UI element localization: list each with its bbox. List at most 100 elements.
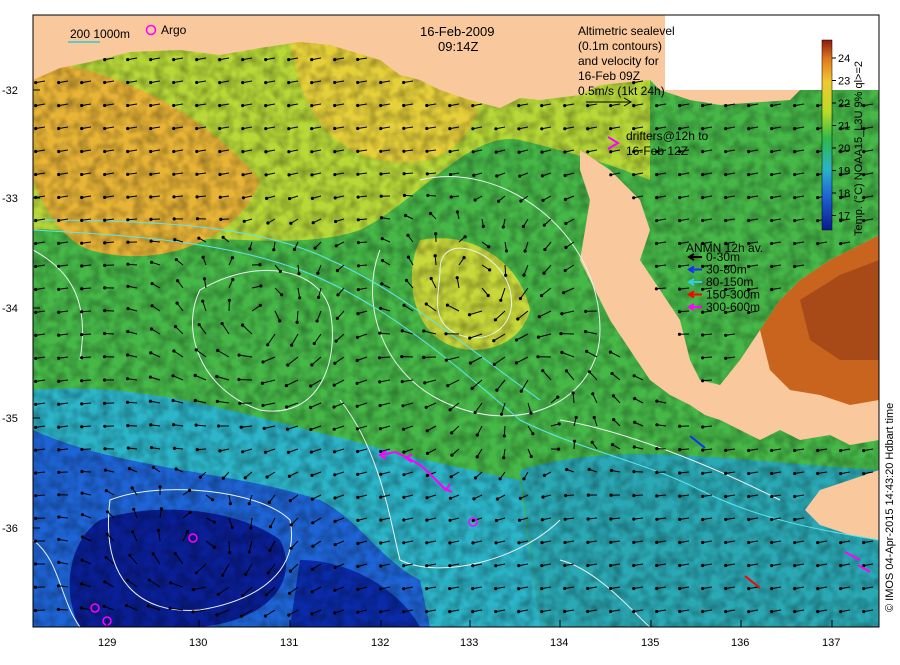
- velocity-arrow-head: [402, 150, 405, 153]
- velocity-arrow-head: [333, 127, 336, 130]
- velocity-arrow-head: [379, 404, 382, 407]
- velocity-arrow-head: [34, 403, 37, 406]
- velocity-arrow-head: [309, 406, 312, 409]
- velocity-arrow-head: [357, 264, 360, 267]
- velocity-arrow-head: [450, 475, 453, 478]
- velocity-arrow-head: [678, 242, 681, 245]
- velocity-arrow-head: [632, 541, 635, 544]
- velocity-arrow-head: [425, 610, 428, 613]
- velocity-arrow-head: [201, 300, 204, 303]
- velocity-arrow-head: [701, 150, 704, 153]
- velocity-arrow-head: [287, 150, 290, 153]
- velocity-arrow-head: [474, 411, 477, 414]
- credit-text: © IMOS 04-Apr-2015 14:43:20 Hdbart time: [884, 403, 896, 612]
- velocity-arrow-head: [573, 440, 576, 443]
- velocity-arrow-head: [425, 127, 428, 130]
- velocity-arrow-head: [816, 173, 819, 176]
- velocity-arrow-head: [195, 348, 198, 351]
- velocity-arrow-head: [192, 588, 195, 591]
- velocity-arrow-head: [268, 549, 271, 552]
- velocity-arrow-head: [540, 104, 543, 107]
- velocity-arrow-head: [471, 387, 474, 390]
- altimetry-note-line: and velocity for: [578, 54, 659, 68]
- velocity-arrow-head: [543, 474, 546, 477]
- velocity-arrow-head: [248, 550, 251, 553]
- velocity-arrow-head: [678, 564, 681, 567]
- velocity-arrow-head: [701, 610, 704, 613]
- velocity-arrow-head: [335, 340, 338, 343]
- velocity-arrow-head: [57, 493, 60, 496]
- velocity-arrow-head: [494, 127, 497, 130]
- velocity-arrow-head: [655, 104, 658, 107]
- colorbar-tick-label: 24: [838, 53, 850, 65]
- velocity-arrow-head: [149, 104, 152, 107]
- colorbar-tick-label: 19: [838, 166, 850, 178]
- velocity-arrow-head: [218, 58, 221, 61]
- velocity-arrow-head: [770, 564, 773, 567]
- velocity-arrow-head: [379, 150, 382, 153]
- velocity-arrow-head: [559, 332, 562, 335]
- velocity-arrow-head: [356, 519, 359, 522]
- velocity-arrow-head: [747, 518, 750, 521]
- velocity-arrow-head: [80, 219, 83, 222]
- velocity-arrow-head: [80, 379, 83, 382]
- velocity-arrow-head: [197, 237, 200, 240]
- velocity-arrow-head: [402, 428, 405, 431]
- velocity-arrow-head: [103, 241, 106, 244]
- velocity-arrow-head: [379, 610, 382, 613]
- velocity-arrow-head: [80, 333, 83, 336]
- velocity-arrow-head: [218, 127, 221, 130]
- velocity-arrow-head: [195, 150, 198, 153]
- velocity-arrow-head: [402, 104, 405, 107]
- velocity-arrow-head: [126, 218, 129, 221]
- velocity-arrow-head: [57, 538, 60, 541]
- velocity-arrow-head: [103, 104, 106, 107]
- velocity-arrow-head: [103, 219, 106, 222]
- velocity-arrow-head: [450, 195, 453, 198]
- velocity-arrow-head: [287, 81, 290, 84]
- velocity-arrow-head: [655, 447, 658, 450]
- velocity-arrow-head: [556, 396, 559, 399]
- velocity-arrow-head: [196, 217, 199, 220]
- velocity-arrow-head: [309, 384, 312, 387]
- velocity-arrow-head: [213, 546, 216, 549]
- velocity-arrow-head: [401, 380, 404, 383]
- velocity-arrow-head: [159, 485, 162, 488]
- velocity-arrow-head: [816, 587, 819, 590]
- velocity-arrow-head: [189, 511, 192, 514]
- velocity-arrow-head: [678, 173, 681, 176]
- velocity-arrow-head: [379, 307, 382, 310]
- velocity-arrow-head: [195, 173, 198, 176]
- velocity-arrow-head: [126, 353, 129, 356]
- velocity-arrow-head: [655, 541, 658, 544]
- velocity-arrow-head: [701, 587, 704, 590]
- velocity-arrow-head: [241, 594, 244, 597]
- velocity-arrow-head: [404, 214, 407, 217]
- velocity-arrow-head: [126, 285, 129, 288]
- velocity-arrow-head: [724, 449, 727, 452]
- velocity-arrow-head: [157, 529, 160, 532]
- velocity-arrow-head: [34, 150, 37, 153]
- velocity-arrow-head: [127, 446, 130, 449]
- velocity-arrow-head: [333, 104, 336, 107]
- velocity-arrow-head: [379, 172, 382, 175]
- velocity-arrow-head: [655, 518, 658, 521]
- velocity-arrow-head: [517, 127, 520, 130]
- velocity-arrow-head: [586, 564, 589, 567]
- velocity-arrow-head: [264, 614, 267, 617]
- velocity-arrow-head: [862, 449, 865, 452]
- velocity-arrow-head: [747, 127, 750, 130]
- velocity-arrow-head: [747, 104, 750, 107]
- colorbar-title: Temp. (°C) NOAA15_L3U 9% ql>=2: [853, 61, 865, 236]
- velocity-arrow-head: [199, 476, 202, 479]
- velocity-arrow-head: [103, 264, 106, 267]
- velocity-arrow-head: [217, 593, 220, 596]
- velocity-arrow-head: [793, 242, 796, 245]
- velocity-arrow-head: [80, 264, 83, 267]
- velocity-arrow-head: [80, 606, 83, 609]
- velocity-arrow-head: [537, 336, 540, 339]
- velocity-arrow-head: [402, 127, 405, 130]
- velocity-arrow-head: [103, 286, 106, 289]
- velocity-arrow-head: [80, 242, 83, 245]
- velocity-arrow-head: [588, 370, 591, 373]
